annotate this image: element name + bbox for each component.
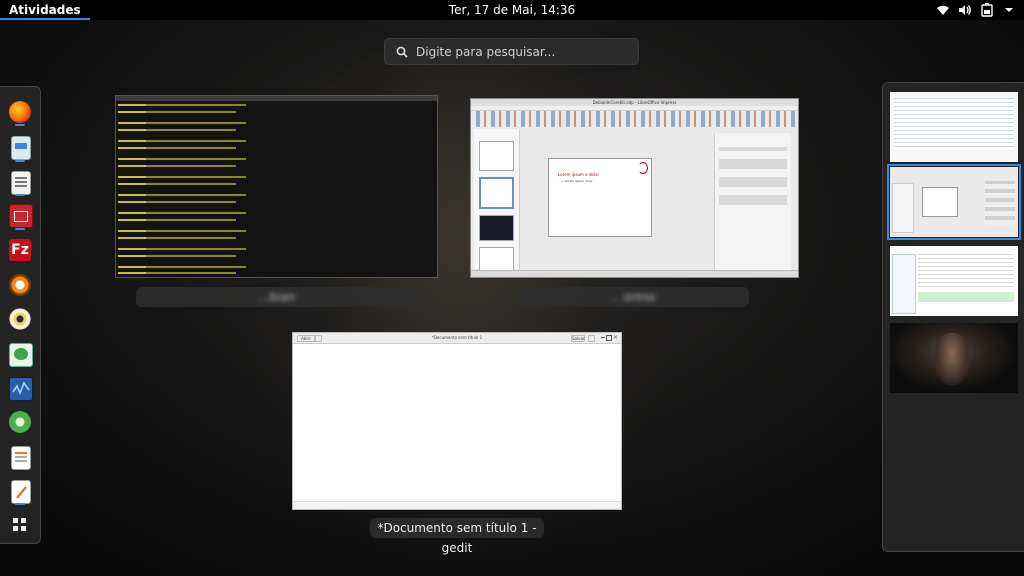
impress-title: DebianInCorkKit.odp - LibreOffice Impres… xyxy=(471,99,798,106)
workspace-switcher xyxy=(882,82,1024,552)
activities-button[interactable]: Atividades xyxy=(0,0,90,20)
workspace-window-preview xyxy=(922,187,958,217)
workspace-thumbnail-1[interactable] xyxy=(890,92,1018,162)
running-indicator xyxy=(15,194,25,196)
terminal-line xyxy=(118,266,246,268)
running-indicator xyxy=(15,160,25,162)
text-document-icon[interactable] xyxy=(11,446,31,470)
battery-icon[interactable] xyxy=(980,3,994,17)
videos-icon[interactable] xyxy=(9,204,33,228)
running-indicator xyxy=(15,124,25,126)
menu-icon[interactable] xyxy=(588,335,595,342)
debian-swirl-icon xyxy=(638,162,648,174)
terminal-line xyxy=(118,104,246,106)
terminal-line xyxy=(118,248,246,250)
help-icon[interactable] xyxy=(9,274,31,296)
terminal-window-caption[interactable]: …bian xyxy=(136,287,417,307)
maximize-icon[interactable] xyxy=(606,335,612,341)
system-monitor-icon[interactable] xyxy=(9,377,33,401)
window-titlebar xyxy=(116,96,437,101)
close-icon[interactable]: × xyxy=(613,333,618,343)
search-box[interactable] xyxy=(384,38,639,65)
terminal-line xyxy=(118,230,246,232)
slide-canvas[interactable]: Lorem ipsum e dolor • Lorem ipsum dolor xyxy=(548,158,652,237)
document-viewer-icon[interactable] xyxy=(11,171,31,195)
terminal-window[interactable] xyxy=(115,95,438,278)
slide-bullet: • Lorem ipsum dolor xyxy=(562,179,593,183)
terminal-line xyxy=(118,201,236,203)
terminal-line xyxy=(118,165,236,167)
impress-window-caption[interactable]: …oress xyxy=(518,287,749,307)
terminal-line xyxy=(118,147,236,149)
terminal-line xyxy=(118,255,236,257)
terminal-line xyxy=(118,272,236,274)
files-icon[interactable] xyxy=(11,136,31,160)
impress-window[interactable]: DebianInCorkKit.odp - LibreOffice Impres… xyxy=(470,98,799,278)
gedit-window[interactable]: Abrir *Documento sem título 1 Salvar × xyxy=(292,332,622,510)
search-icon xyxy=(396,46,408,58)
system-tray[interactable] xyxy=(936,0,1016,20)
running-indicator xyxy=(15,503,25,505)
volume-icon[interactable] xyxy=(958,3,972,17)
gedit-titlebar: Abrir *Documento sem título 1 Salvar × xyxy=(293,333,621,344)
wifi-icon[interactable] xyxy=(936,3,950,17)
top-bar: Atividades Ter, 17 de Mai, 14:36 xyxy=(0,0,1024,20)
gedit-text-area[interactable] xyxy=(293,344,621,502)
search-input[interactable] xyxy=(414,43,628,60)
terminal-line xyxy=(118,212,246,214)
gedit-save-button[interactable]: Salvar xyxy=(571,335,585,342)
workspace-thumbnail-4[interactable] xyxy=(890,323,1018,393)
terminal-caption-text: …bian xyxy=(257,290,296,304)
workspace-window-preview xyxy=(918,292,1014,302)
gedit-statusbar xyxy=(293,501,621,509)
system-menu-arrow-icon[interactable] xyxy=(1002,3,1016,17)
layout-grid[interactable] xyxy=(719,147,787,209)
terminal-line xyxy=(118,122,246,124)
impress-statusbar xyxy=(471,270,798,277)
cheese-icon[interactable] xyxy=(9,308,31,330)
workspace-thumbnail-3[interactable] xyxy=(890,246,1018,316)
terminal-line xyxy=(118,129,236,131)
workspace-window-preview xyxy=(918,254,1014,290)
impress-toolbar xyxy=(471,111,798,127)
show-applications-icon[interactable] xyxy=(13,518,27,532)
gedit-window-caption[interactable]: *Documento sem título 1 - gedit xyxy=(370,518,544,555)
minimize-icon[interactable] xyxy=(601,337,605,338)
workspace-window-preview xyxy=(892,254,916,314)
slide-thumbnail[interactable] xyxy=(479,177,514,209)
workspace-window-preview xyxy=(894,98,1014,150)
slide-thumbnail[interactable] xyxy=(479,215,514,241)
slide-title: Lorem ipsum e dolor xyxy=(558,172,600,177)
terminal-line xyxy=(118,237,236,239)
clock-button[interactable]: Ter, 17 de Mai, 14:36 xyxy=(449,3,575,17)
workspace-thumbnail-2[interactable] xyxy=(887,164,1021,240)
running-indicator xyxy=(15,228,25,230)
terminal-line xyxy=(118,111,236,113)
slide-panel xyxy=(474,129,520,273)
terminal-line xyxy=(118,219,236,221)
firefox-icon[interactable] xyxy=(9,101,31,123)
image-viewer-icon[interactable] xyxy=(9,343,33,367)
text-editor-icon[interactable] xyxy=(11,480,31,504)
properties-panel xyxy=(714,133,791,270)
terminal-line xyxy=(118,158,246,160)
impress-caption-text: …oress xyxy=(611,290,656,304)
slide-thumbnail[interactable] xyxy=(479,141,514,171)
clock-area: Ter, 17 de Mai, 14:36 xyxy=(0,0,1024,20)
software-icon[interactable] xyxy=(9,411,31,433)
filezilla-icon[interactable]: Fz xyxy=(9,239,31,261)
terminal-line xyxy=(118,140,246,142)
workspace-wallpaper-face xyxy=(934,333,970,385)
terminal-line xyxy=(118,176,246,178)
dash: Fz xyxy=(0,86,41,544)
terminal-line xyxy=(118,194,246,196)
workspace-window-preview xyxy=(892,183,914,233)
workspace-window-preview xyxy=(985,181,1015,225)
terminal-line xyxy=(118,183,236,185)
